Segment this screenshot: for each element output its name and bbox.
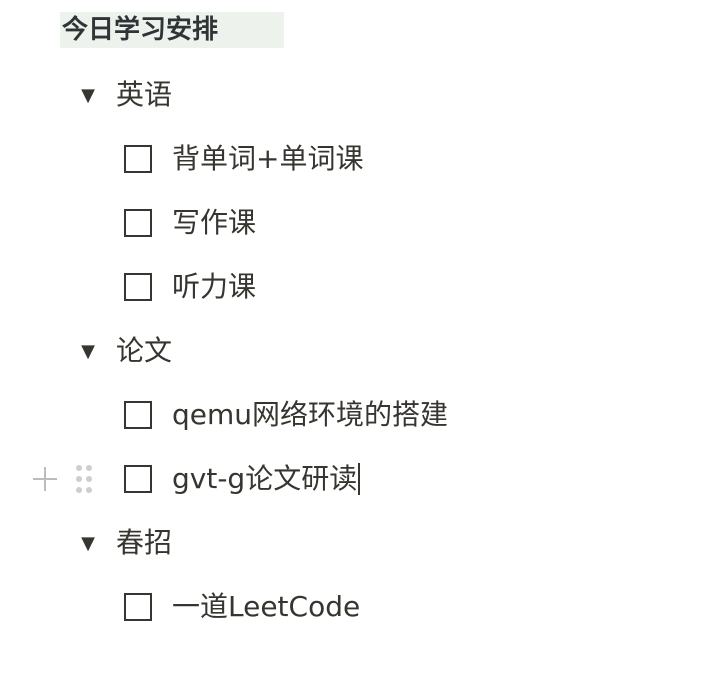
toggle-group-spring-recruit: ▼ 春招: [81, 523, 172, 563]
group-label[interactable]: 春招: [116, 523, 172, 563]
toggle-group-thesis: ▼ 论文: [81, 331, 172, 371]
todo-checkbox[interactable]: [124, 401, 152, 429]
todo-item: 背单词+单词课: [124, 139, 363, 179]
plus-icon[interactable]: [30, 464, 60, 494]
todo-label[interactable]: qemu网络环境的搭建: [172, 395, 448, 435]
todo-label[interactable]: 写作课: [172, 203, 256, 243]
todo-label[interactable]: gvt-g论文研读: [172, 459, 357, 499]
text-cursor: [358, 463, 361, 495]
todo-item: qemu网络环境的搭建: [124, 395, 448, 435]
todo-checkbox[interactable]: [124, 465, 152, 493]
todo-checkbox[interactable]: [124, 209, 152, 237]
toggle-arrow-icon[interactable]: ▼: [74, 529, 102, 557]
todo-checkbox[interactable]: [124, 145, 152, 173]
todo-item-active: gvt-g论文研读: [124, 459, 361, 499]
group-label[interactable]: 英语: [116, 75, 172, 115]
todo-item: 写作课: [124, 203, 256, 243]
toggle-arrow-icon[interactable]: ▼: [74, 337, 102, 365]
toggle-group-english: ▼ 英语: [81, 75, 172, 115]
todo-label[interactable]: 背单词+单词课: [172, 139, 363, 179]
page-title[interactable]: 今日学习安排: [60, 12, 284, 48]
todo-checkbox[interactable]: [124, 273, 152, 301]
todo-item: 一道LeetCode: [124, 587, 360, 627]
drag-handle-icon[interactable]: [76, 464, 96, 494]
block-hover-controls: [30, 462, 96, 496]
todo-item: 听力课: [124, 267, 256, 307]
todo-checkbox[interactable]: [124, 593, 152, 621]
toggle-arrow-icon[interactable]: ▼: [74, 81, 102, 109]
todo-label[interactable]: 一道LeetCode: [172, 587, 360, 627]
group-label[interactable]: 论文: [116, 331, 172, 371]
todo-label[interactable]: 听力课: [172, 267, 256, 307]
